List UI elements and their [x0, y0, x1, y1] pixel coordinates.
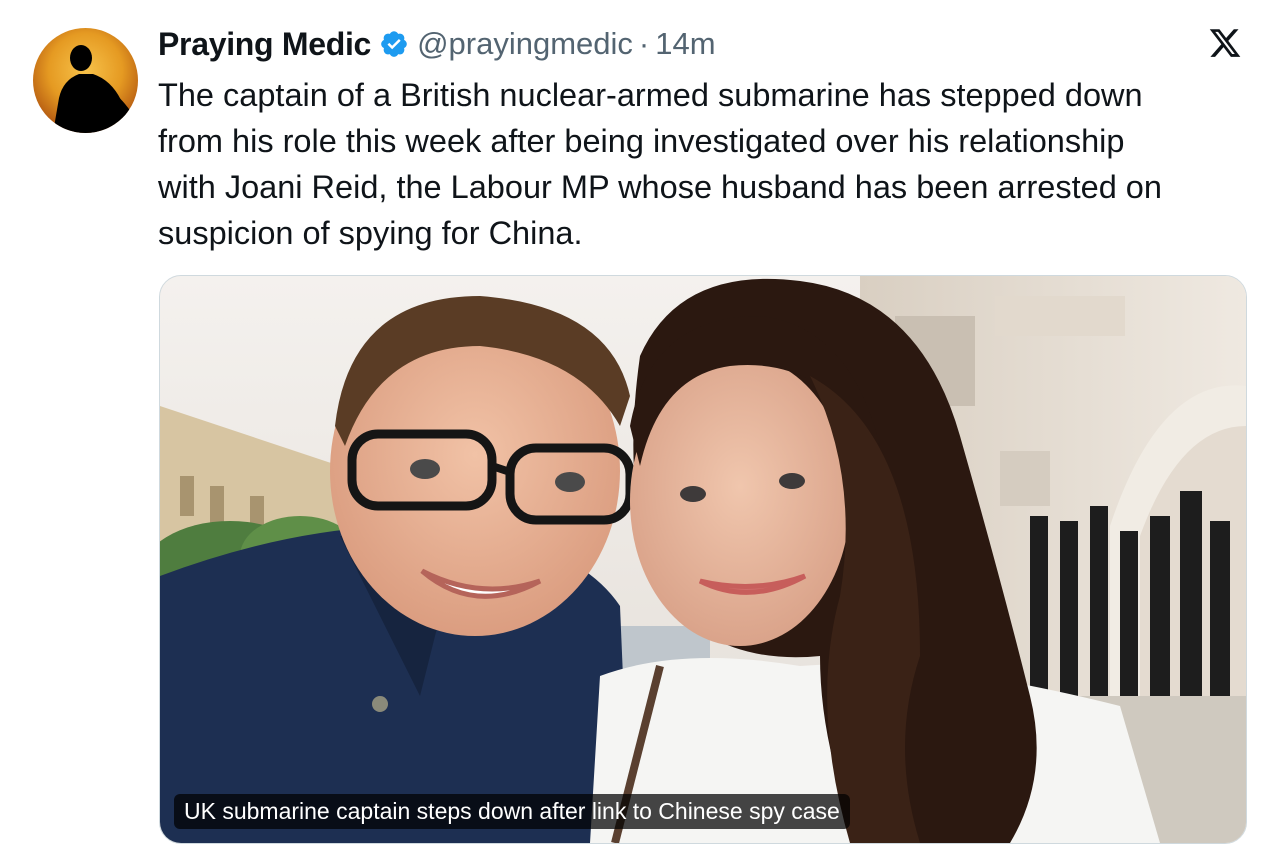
tweet-text-line: The captain of a British nuclear-armed s…: [158, 77, 1143, 113]
news-photo: [160, 276, 1246, 843]
author-handle[interactable]: @prayingmedic: [417, 26, 633, 62]
tweet-text: The captain of a British nuclear-armed s…: [158, 72, 1228, 256]
silhouette-avatar-icon: [53, 45, 131, 133]
separator-dot: ·: [638, 26, 650, 61]
tweet-header: Praying Medic @prayingmedic · 14m: [158, 22, 716, 66]
tweet-text-line: with Joani Reid, the Labour MP whose hus…: [158, 169, 1162, 205]
verified-badge-icon[interactable]: [379, 29, 409, 59]
tweet-text-line: suspicion of spying for China.: [158, 215, 583, 251]
tweet-timestamp[interactable]: 14m: [655, 26, 715, 62]
tweet-text-line: from his role this week after being inve…: [158, 123, 1125, 159]
x-logo-icon: [1209, 29, 1241, 57]
tweet-card[interactable]: Praying Medic @prayingmedic · 14m The ca…: [0, 0, 1272, 855]
media-caption: UK submarine captain steps down after li…: [174, 794, 850, 829]
author-avatar[interactable]: [33, 28, 138, 133]
author-name[interactable]: Praying Medic: [158, 26, 371, 63]
tweet-media-card[interactable]: UK submarine captain steps down after li…: [159, 275, 1247, 844]
